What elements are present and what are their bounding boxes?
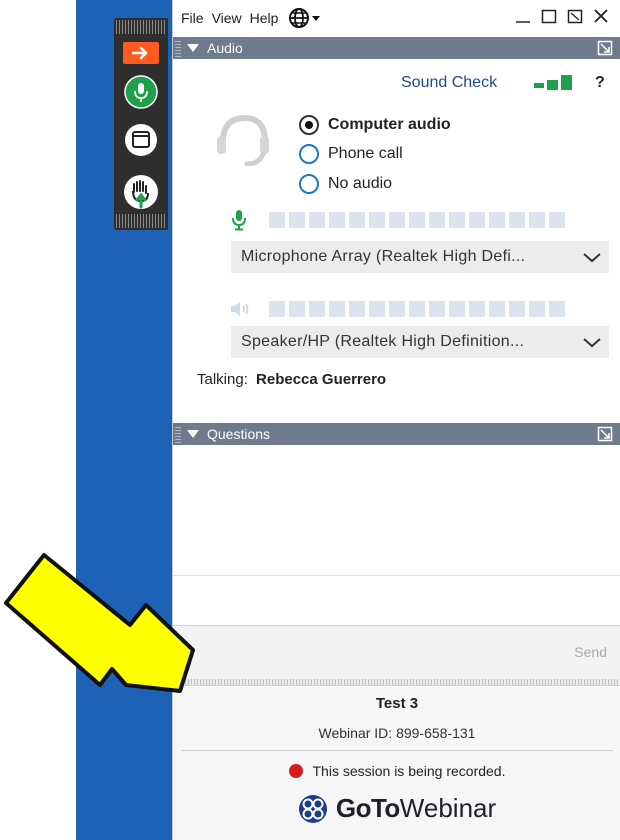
signal-strength-icon (534, 75, 572, 90)
no-audio-label: No audio (328, 175, 393, 192)
collapse-triangle-icon (187, 44, 199, 52)
microphone-icon (124, 75, 158, 109)
restore-icon (567, 9, 583, 24)
menu-view[interactable]: View (212, 10, 242, 26)
chevron-down-icon (583, 253, 601, 263)
question-input[interactable]: Send (173, 625, 620, 679)
close-button[interactable] (591, 6, 611, 26)
recording-text: This session is being recorded. (312, 763, 506, 779)
raise-hand-icon (124, 175, 158, 209)
mute-microphone-button[interactable] (123, 74, 159, 110)
talking-name: Rebecca Guerrero (256, 371, 387, 388)
radio-computer-audio[interactable] (299, 115, 319, 135)
questions-section-header[interactable]: Questions (173, 423, 620, 445)
speaker-device-value: Speaker/HP (Realtek High Definition... (241, 333, 525, 350)
close-icon (594, 9, 608, 23)
menu-file[interactable]: File (181, 10, 204, 26)
minimize-button[interactable] (513, 6, 533, 26)
phone-call-label: Phone call (328, 145, 403, 162)
screen-view-button[interactable] (123, 122, 159, 158)
audio-section-title: Audio (207, 40, 243, 56)
audio-option-phone[interactable]: Phone call (299, 144, 403, 164)
speaker-device-select[interactable]: Speaker/HP (Realtek High Definition... (231, 326, 609, 358)
brand-logo: GoTo Webinar (173, 793, 620, 824)
chevron-down-icon (583, 338, 601, 348)
audio-section-header[interactable]: Audio (173, 37, 620, 59)
questions-drag-grip[interactable] (175, 425, 181, 443)
sound-check-link[interactable]: Sound Check (401, 74, 497, 92)
screen: File View Help Audio Sound Check ? Compu… (0, 0, 620, 840)
globe-icon (289, 8, 321, 28)
compact-view-button[interactable] (565, 6, 585, 26)
callout-arrow-icon (4, 553, 195, 693)
menu-help[interactable]: Help (250, 10, 279, 26)
audio-help-button[interactable]: ? (595, 74, 605, 92)
microphone-level-meter (269, 212, 579, 228)
audio-option-none[interactable]: No audio (299, 174, 392, 194)
popout-icon[interactable] (597, 40, 613, 56)
maximize-icon (541, 9, 557, 24)
headset-icon (217, 114, 269, 166)
arrow-right-icon (131, 46, 148, 60)
questions-section-title: Questions (207, 426, 271, 442)
microphone-device-value: Microphone Array (Realtek High Defi... (241, 248, 526, 265)
radio-phone-call[interactable] (299, 144, 319, 164)
gotowebinar-logo-icon (298, 794, 327, 823)
menu-bar: File View Help (173, 0, 620, 36)
recording-dot-icon (288, 764, 303, 778)
questions-divider (173, 575, 620, 576)
window-controls (513, 6, 611, 26)
audio-drag-grip[interactable] (175, 39, 181, 57)
speaker-level-meter (269, 301, 579, 317)
microphone-level-icon (232, 210, 246, 231)
collapse-panel-button[interactable] (123, 42, 159, 64)
grab-tab-grip-bottom[interactable] (116, 214, 166, 228)
raise-hand-button[interactable] (123, 170, 159, 214)
grab-tab[interactable] (114, 18, 168, 230)
footer-divider (181, 750, 613, 751)
webinar-title: Test 3 (375, 695, 419, 712)
collapse-triangle-icon (187, 430, 199, 438)
send-button[interactable]: Send (574, 644, 607, 660)
maximize-button[interactable] (539, 6, 559, 26)
resize-grip[interactable] (173, 679, 620, 686)
webinar-id: Webinar ID: 899-658-131 (318, 725, 476, 741)
language-menu-button[interactable] (288, 7, 322, 29)
brand-name-light: Webinar (399, 793, 497, 823)
radio-no-audio[interactable] (299, 174, 319, 194)
talking-indicator: Talking: Rebecca Guerrero (197, 371, 386, 388)
window-icon (125, 124, 157, 156)
minimize-icon (516, 21, 530, 23)
microphone-device-select[interactable]: Microphone Array (Realtek High Defi... (231, 241, 609, 273)
audio-option-computer[interactable]: Computer audio (299, 115, 451, 135)
control-panel: File View Help Audio Sound Check ? Compu… (172, 0, 620, 840)
popout-icon[interactable] (597, 426, 613, 442)
talking-label: Talking: (197, 371, 248, 388)
questions-log (173, 445, 620, 575)
brand-name-bold: GoTo (335, 793, 400, 823)
grab-tab-grip-top[interactable] (116, 20, 166, 34)
speaker-icon (231, 302, 249, 316)
recording-notice: This session is being recorded. (173, 763, 620, 779)
session-info-footer: Test 3 Webinar ID: 899-658-131 This sess… (173, 687, 620, 840)
computer-audio-label: Computer audio (328, 116, 451, 133)
